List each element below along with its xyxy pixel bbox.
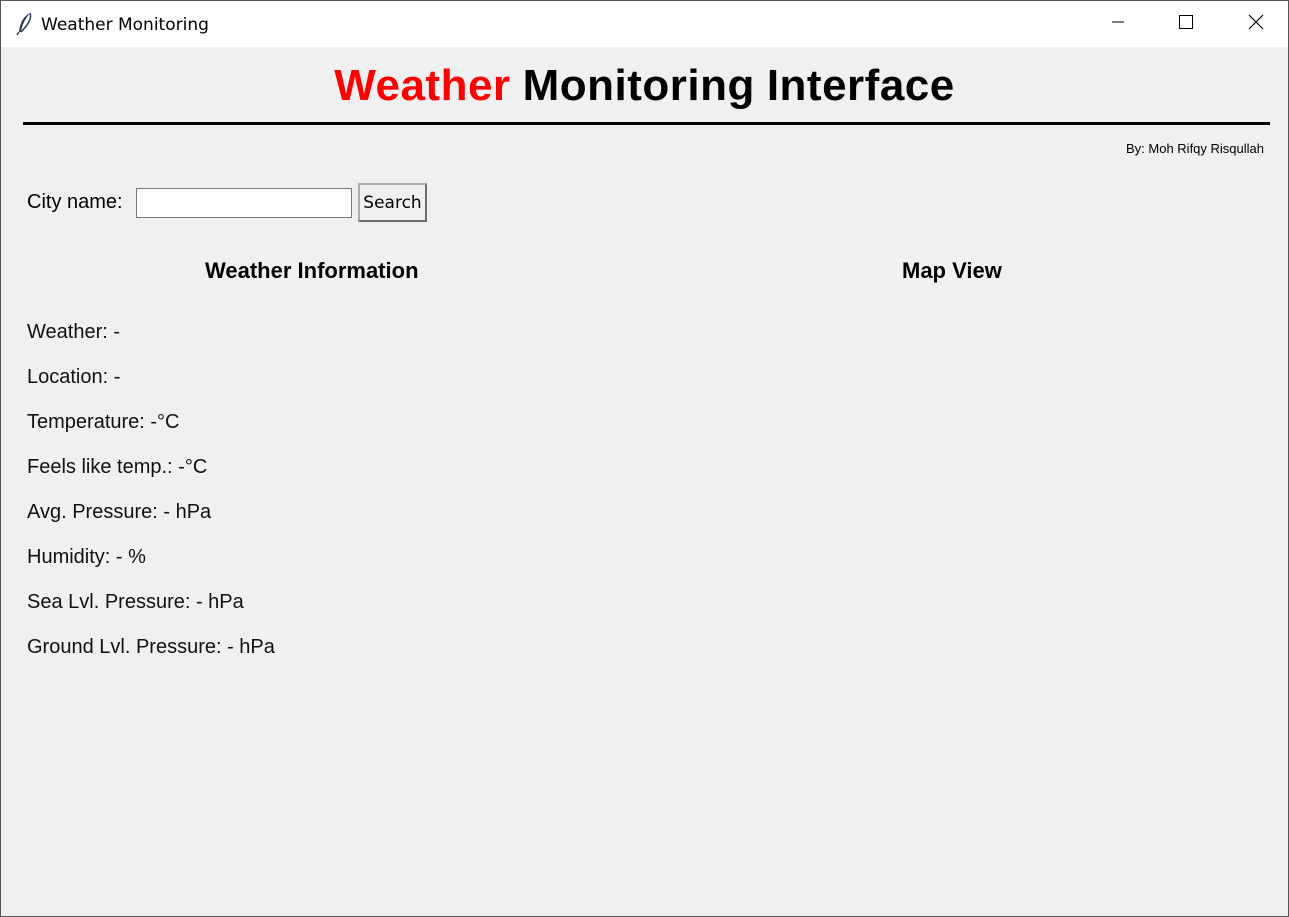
ground-level-pressure-value: Ground Lvl. Pressure: - hPa [27, 636, 275, 658]
window-title: Weather Monitoring [41, 15, 209, 35]
app-window: Weather Monitoring Weather Monitoring Inte… [0, 0, 1289, 917]
feather-icon [15, 12, 35, 36]
maximize-button[interactable] [1152, 1, 1220, 47]
avg-pressure-value: Avg. Pressure: - hPa [27, 501, 212, 523]
location-value: Location: - [27, 366, 121, 388]
weather-information-heading: Weather Information [205, 258, 419, 283]
minimize-button[interactable] [1084, 1, 1152, 47]
search-button[interactable]: Search [358, 183, 427, 222]
temperature-value: Temperature: -°C [27, 411, 180, 433]
header-divider [23, 122, 1270, 125]
author-byline: By: Moh Rifqy Risqullah [1126, 141, 1264, 156]
title-bar[interactable]: Weather Monitoring [1, 1, 1288, 47]
maximize-icon [1178, 14, 1194, 35]
feels-like-value: Feels like temp.: -°C [27, 456, 208, 478]
city-name-input[interactable] [136, 188, 352, 218]
close-button[interactable] [1222, 1, 1289, 47]
sea-level-pressure-value: Sea Lvl. Pressure: - hPa [27, 591, 244, 613]
map-view-heading: Map View [902, 258, 1002, 283]
city-name-label: City name: [27, 191, 123, 213]
humidity-value: Humidity: - % [27, 546, 146, 568]
title-word-interface: Interface [766, 61, 955, 110]
close-icon [1248, 14, 1264, 35]
title-word-weather: Weather [334, 61, 511, 110]
title-word-monitoring: Monitoring [522, 61, 755, 110]
minimize-icon [1110, 14, 1126, 35]
page-title: Weather Monitoring Interface [1, 61, 1288, 111]
weather-value: Weather: - [27, 321, 120, 343]
